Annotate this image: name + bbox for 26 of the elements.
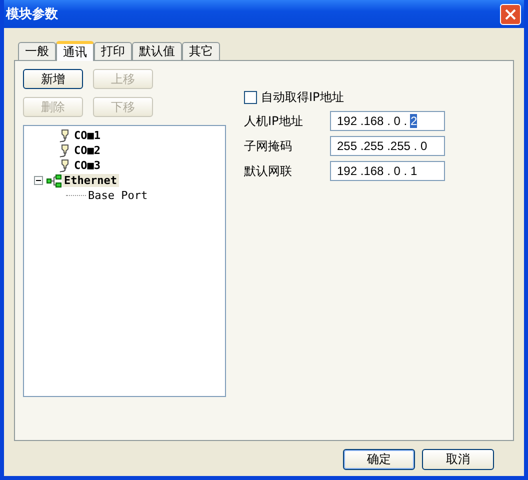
window-title: 模块参数: [6, 6, 58, 23]
tab[interactable]: 默认值: [132, 42, 182, 60]
close-button[interactable]: [500, 4, 521, 24]
tab[interactable]: 一般: [18, 42, 56, 60]
checkbox[interactable]: [244, 91, 257, 104]
ip-address-field[interactable]: 255 .255 .255 . 0: [330, 136, 445, 156]
tab[interactable]: 打印: [94, 42, 132, 60]
dialog-button[interactable]: 确定: [343, 449, 415, 470]
toolbar-button[interactable]: 新增: [23, 69, 83, 89]
tab[interactable]: 通讯: [56, 41, 94, 61]
field-label: 子网掩码: [244, 138, 293, 154]
ip-address-field[interactable]: 192 .168 . 0 . 2: [330, 111, 445, 131]
tree-item[interactable]: CO■3: [72, 159, 102, 172]
collapse-icon[interactable]: [34, 176, 43, 185]
dialog-button[interactable]: 取消: [422, 449, 494, 470]
tab[interactable]: 其它: [182, 42, 220, 60]
close-icon: [505, 8, 516, 20]
tree-item[interactable]: Base Port: [86, 189, 150, 202]
network-icon: [46, 174, 62, 188]
field-label: 默认网联: [244, 162, 293, 180]
tree-item[interactable]: CO■1: [72, 129, 102, 142]
tree-item[interactable]: Ethernet: [62, 174, 119, 187]
checkbox-label: 自动取得IP地址: [261, 89, 344, 106]
ip-address-field[interactable]: 192 .168 . 0 . 1: [330, 161, 445, 181]
field-label: 人机IP地址: [244, 112, 304, 130]
tree-item[interactable]: CO■2: [72, 144, 102, 157]
